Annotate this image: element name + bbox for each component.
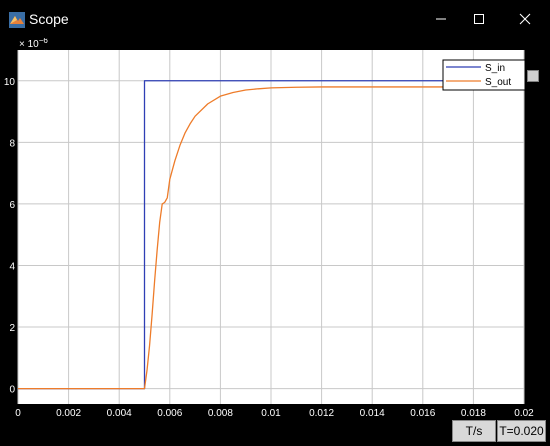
- close-button[interactable]: [504, 6, 546, 32]
- title-bar[interactable]: Scope: [0, 0, 550, 38]
- x-tick-label: 0.006: [157, 408, 182, 416]
- window-title: Scope: [29, 11, 69, 27]
- y-tick-labels: 0 2 4 6 8 10: [4, 77, 16, 396]
- y-tick-label: 6: [9, 200, 15, 211]
- exponent-label: × 10−6: [19, 38, 48, 50]
- y-tick-label: 2: [9, 323, 15, 334]
- x-tick-label: 0.004: [107, 408, 132, 416]
- x-tick-label: 0.012: [309, 408, 334, 416]
- x-tick-label: 0.016: [410, 408, 435, 416]
- maximize-icon: [474, 14, 484, 24]
- scope-plot-area: 0 2 4 6 8 10 0 0.002 0.004 0.006 0.008 0.01 0.012 0.…: [0, 36, 550, 419]
- y-tick-label: 4: [9, 261, 15, 272]
- legend-entry-s-out: S_out: [485, 77, 511, 88]
- x-tick-label: 0.01: [261, 408, 281, 416]
- status-bar: T/s T=0.020: [0, 416, 550, 446]
- y-tick-label: 10: [4, 77, 16, 88]
- minimize-button[interactable]: [420, 6, 462, 32]
- x-tick-labels: 0 0.002 0.004 0.006 0.008 0.01 0.012 0.014 0.016…: [15, 408, 534, 419]
- time-readout: T=0.020: [497, 420, 546, 442]
- legend[interactable]: S_in S_out: [442, 59, 526, 91]
- x-tick-label: 0.018: [461, 408, 486, 416]
- x-tick-label: 0: [15, 408, 21, 416]
- scope-chart[interactable]: 0 2 4 6 8 10 0 0.002 0.004 0.006 0.008 0.01 0.012 0.…: [0, 36, 550, 419]
- minimize-icon: [436, 18, 446, 20]
- x-tick-label: 0.008: [208, 408, 233, 416]
- x-tick-label: 0.002: [56, 408, 81, 416]
- undock-legend-button[interactable]: [527, 70, 539, 82]
- legend-entry-s-in: S_in: [485, 63, 505, 74]
- scope-window: Scope 0 2 4 6 8 10 0 0.002 0.004 0.006 0.008 0.01 0…: [0, 0, 550, 446]
- y-tick-label: 0: [9, 385, 15, 396]
- close-icon: [519, 13, 531, 25]
- x-tick-label: 0.02: [514, 408, 534, 416]
- sample-time-indicator: T/s: [452, 420, 496, 442]
- maximize-button[interactable]: [458, 6, 500, 32]
- matlab-scope-icon: [9, 12, 25, 28]
- x-tick-label: 0.014: [360, 408, 385, 416]
- y-tick-label: 8: [9, 138, 15, 149]
- legend-box: [442, 59, 526, 91]
